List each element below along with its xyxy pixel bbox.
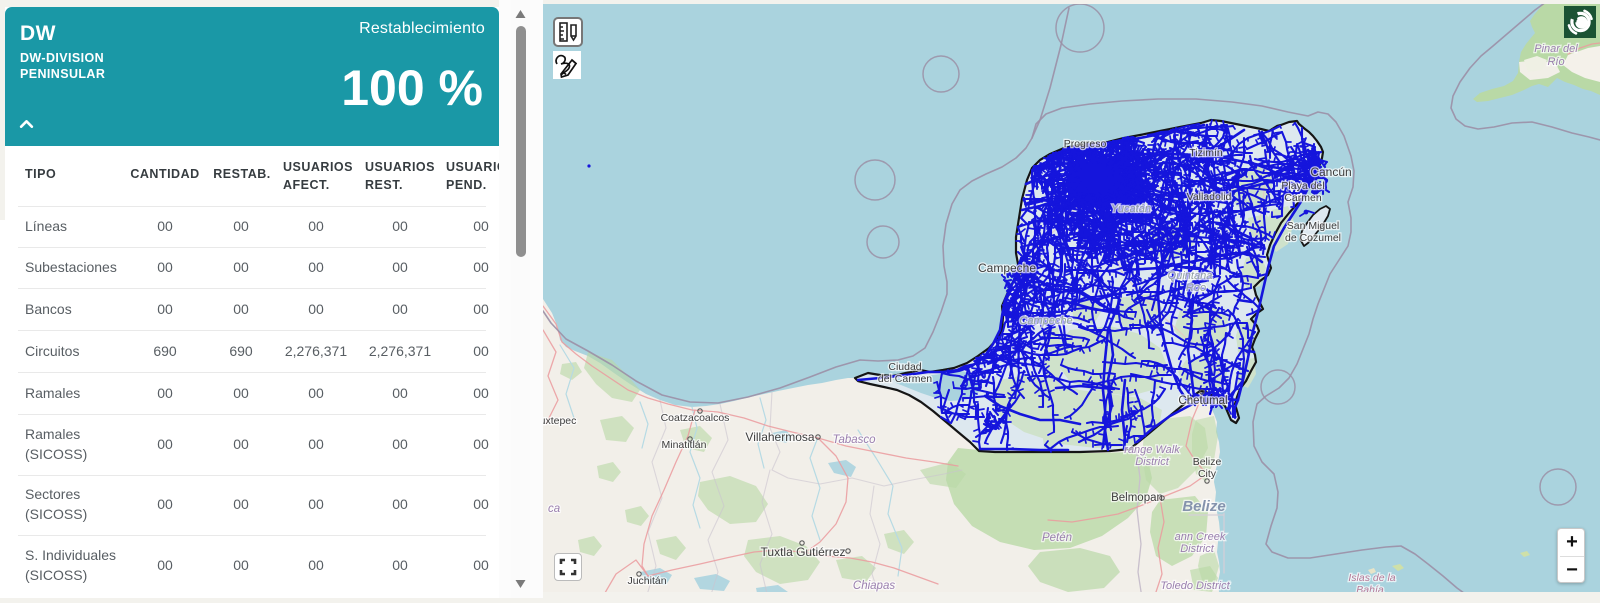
svg-text:Carmen: Carmen	[1284, 192, 1322, 204]
svg-text:District: District	[1135, 456, 1170, 468]
svg-text:uxtepec: uxtepec	[543, 415, 576, 427]
svg-text:Toledo District: Toledo District	[1160, 580, 1230, 592]
svg-text:Islas de la: Islas de la	[1348, 572, 1395, 584]
svg-text:Tuxtla Gutiérrez: Tuxtla Gutiérrez	[761, 545, 846, 559]
svg-text:Playa del: Playa del	[1281, 180, 1324, 192]
svg-text:Villahermosa: Villahermosa	[745, 430, 814, 444]
svg-text:Cancún: Cancún	[1310, 165, 1351, 179]
svg-text:Juchitán: Juchitán	[627, 575, 666, 587]
svg-text:del Carmen: del Carmen	[878, 373, 932, 385]
svg-text:Coatzacoalcos: Coatzacoalcos	[661, 412, 730, 424]
svg-text:Tizimín: Tizimín	[1189, 147, 1223, 159]
svg-text:Campeche: Campeche	[1019, 315, 1072, 327]
svg-text:Río: Río	[1547, 56, 1564, 68]
svg-text:Pinar del: Pinar del	[1534, 43, 1578, 55]
svg-text:Chetumal: Chetumal	[1178, 395, 1227, 407]
svg-text:District: District	[1180, 543, 1215, 555]
svg-text:City: City	[1198, 468, 1217, 480]
svg-text:Bahía: Bahía	[1356, 584, 1384, 592]
svg-text:ann Creek: ann Creek	[1175, 531, 1226, 543]
svg-text:Belize: Belize	[1193, 456, 1222, 468]
svg-text:Petén: Petén	[1042, 532, 1072, 544]
svg-text:San Miguel: San Miguel	[1287, 220, 1340, 232]
svg-text:ca: ca	[548, 503, 560, 515]
svg-text:Quintana: Quintana	[1168, 270, 1213, 282]
svg-text:Progreso: Progreso	[1064, 138, 1107, 150]
svg-text:Roo: Roo	[1186, 282, 1206, 294]
svg-text:Minatitlán: Minatitlán	[662, 439, 707, 451]
svg-text:Belmopan: Belmopan	[1111, 492, 1163, 504]
svg-text:Chiapas: Chiapas	[853, 580, 895, 592]
svg-text:Tabasco: Tabasco	[832, 434, 876, 446]
svg-text:Belize: Belize	[1182, 498, 1225, 515]
svg-text:Campeche: Campeche	[978, 261, 1036, 275]
svg-text:de Cozumel: de Cozumel	[1285, 232, 1341, 244]
svg-text:Yucatán: Yucatán	[1111, 203, 1151, 215]
svg-text:range Walk: range Walk	[1124, 444, 1180, 456]
svg-text:Ciudad: Ciudad	[888, 361, 921, 373]
svg-text:Valladolid: Valladolid	[1187, 191, 1232, 203]
